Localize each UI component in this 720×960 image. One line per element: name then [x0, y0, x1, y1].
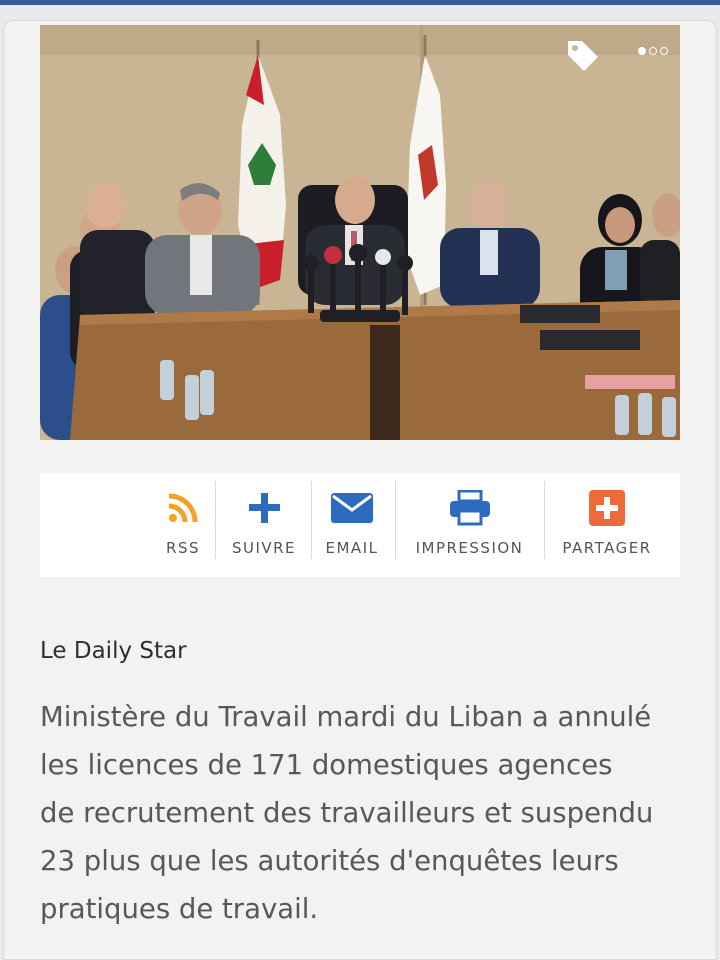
printer-icon	[449, 490, 491, 526]
email-label: EMAIL	[325, 539, 379, 557]
share-label: PARTAGER	[562, 539, 652, 557]
article-source: Le Daily Star	[40, 638, 187, 664]
top-accent-bar	[0, 0, 720, 5]
article-body: Ministère du Travail mardi du Liban a an…	[40, 693, 700, 933]
plus-icon	[247, 491, 281, 525]
more-options-icon[interactable]	[638, 47, 668, 55]
email-button[interactable]: EMAIL	[317, 473, 387, 577]
divider	[544, 481, 545, 559]
article-line: de recrutement des travailleurs et suspe…	[40, 797, 654, 829]
article-line: les licences de 171 domestiques agences	[40, 749, 613, 781]
envelope-icon	[330, 491, 374, 525]
divider	[311, 481, 312, 559]
follow-label: SUIVRE	[231, 539, 297, 557]
article-line: 23 plus que les autorités d'enquêtes leu…	[40, 845, 619, 877]
rss-label: RSS	[166, 539, 200, 557]
follow-button[interactable]: SUIVRE	[220, 473, 308, 577]
rss-icon	[166, 491, 200, 525]
article-line: pratiques de travail.	[40, 893, 319, 925]
photo-illustration	[40, 25, 680, 440]
press-conference-photo[interactable]	[40, 25, 680, 440]
divider	[395, 481, 396, 559]
rss-button[interactable]: RSS	[158, 473, 208, 577]
share-toolbar: RSS SUIVRE EMAIL IMPRESSION PARTAGER	[40, 473, 680, 577]
dot	[638, 47, 646, 55]
dot	[660, 47, 668, 55]
dot	[649, 47, 657, 55]
print-button[interactable]: IMPRESSION	[402, 473, 537, 577]
divider	[215, 481, 216, 559]
plus-square-icon	[588, 490, 626, 526]
print-label: IMPRESSION	[415, 539, 524, 557]
tag-icon[interactable]	[564, 37, 602, 75]
article-line: Ministère du Travail mardi du Liban a an…	[40, 701, 652, 733]
share-button[interactable]: PARTAGER	[552, 473, 662, 577]
